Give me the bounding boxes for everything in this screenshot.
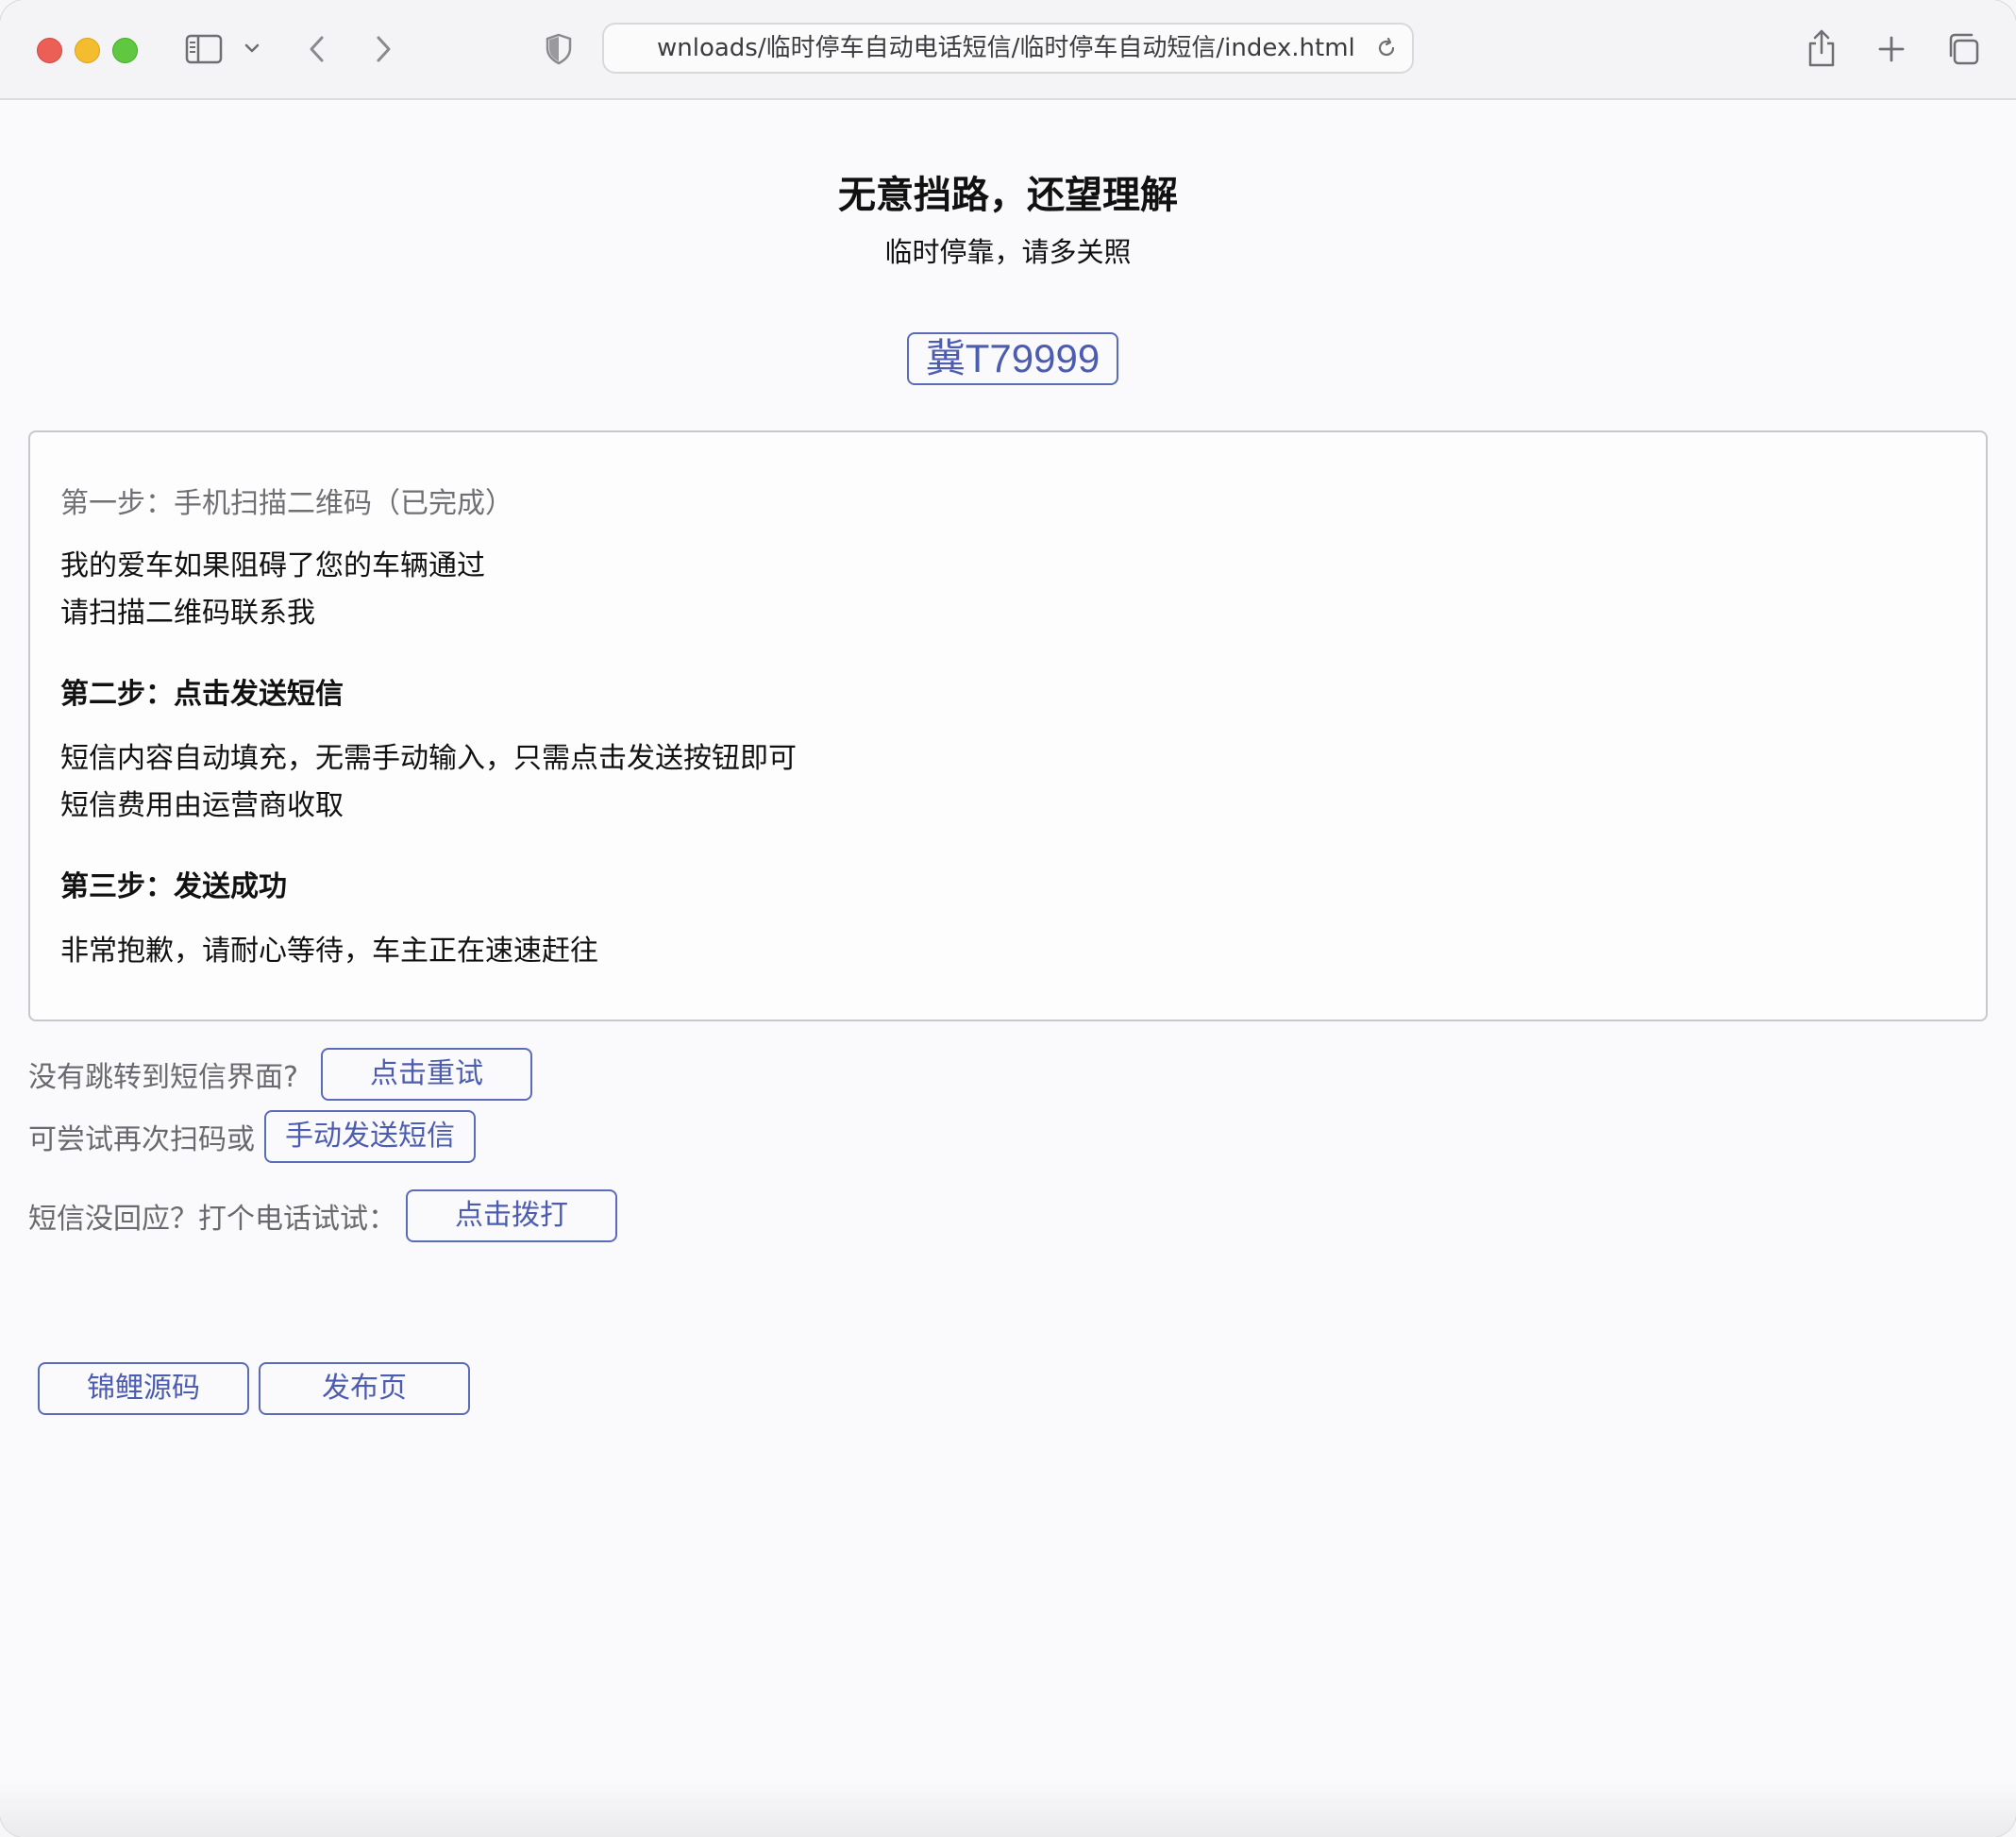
step1-line1: 我的爱车如果阻碍了您的车辆通过	[60, 549, 485, 582]
step3-title: 第三步：发送成功	[60, 870, 287, 903]
url-text[interactable]: wnloads/临时停车自动电话短信/临时停车自动短信/index.html	[657, 25, 1355, 72]
window-bottom-shadow	[0, 1780, 2016, 1837]
address-bar[interactable]: wnloads/临时停车自动电话短信/临时停车自动短信/index.html	[602, 23, 1414, 74]
call-label: 短信没回应？打个电话试试：	[28, 1203, 396, 1236]
step2-title: 第二步：点击发送短信	[60, 678, 344, 711]
step1-title: 第一步：手机扫描二维码（已完成）	[60, 487, 513, 520]
page-title: 无意挡路，还望理解	[838, 174, 1178, 217]
retry-button[interactable]: 点击重试	[321, 1048, 532, 1101]
publish-page-button[interactable]: 发布页	[259, 1362, 470, 1415]
shield-icon[interactable]	[542, 30, 576, 68]
browser-toolbar: wnloads/临时停车自动电话短信/临时停车自动短信/index.html	[0, 0, 2016, 100]
manual-sms-button[interactable]: 手动发送短信	[264, 1110, 476, 1163]
back-icon[interactable]	[300, 28, 334, 70]
forward-icon[interactable]	[366, 28, 400, 70]
page-content: 无意挡路，还望理解 临时停靠，请多关照 冀T79999 第一步：手机扫描二维码（…	[0, 100, 2016, 1837]
step3-line1: 非常抱歉，请耐心等待，车主正在速速赶往	[60, 935, 598, 968]
step2-line1: 短信内容自动填充，无需手动输入，只需点击发送按钮即可	[60, 742, 797, 775]
minimize-window-button[interactable]	[75, 38, 100, 63]
manual-label: 可尝试再次扫码或	[28, 1123, 255, 1156]
new-tab-icon[interactable]	[1873, 28, 1910, 70]
call-button[interactable]: 点击拨打	[406, 1189, 617, 1242]
page-subtitle: 临时停靠，请多关照	[884, 236, 1132, 268]
license-plate: 冀T79999	[907, 332, 1118, 385]
retry-label: 没有跳转到短信界面?	[28, 1061, 298, 1094]
tab-overview-icon[interactable]	[1942, 28, 1984, 70]
zoom-window-button[interactable]	[112, 38, 138, 63]
share-icon[interactable]	[1803, 25, 1840, 72]
browser-window: wnloads/临时停车自动电话短信/临时停车自动短信/index.html 无…	[0, 0, 2016, 1837]
step2-line2: 短信费用由运营商收取	[60, 789, 344, 822]
close-window-button[interactable]	[37, 38, 62, 63]
source-code-button[interactable]: 锦鲤源码	[38, 1362, 249, 1415]
steps-panel: 第一步：手机扫描二维码（已完成） 我的爱车如果阻碍了您的车辆通过 请扫描二维码联…	[28, 430, 1988, 1021]
step1-line2: 请扫描二维码联系我	[60, 597, 315, 630]
reload-icon[interactable]	[1372, 34, 1401, 62]
sidebar-icon[interactable]	[183, 30, 225, 68]
chevron-down-icon[interactable]	[240, 34, 264, 62]
